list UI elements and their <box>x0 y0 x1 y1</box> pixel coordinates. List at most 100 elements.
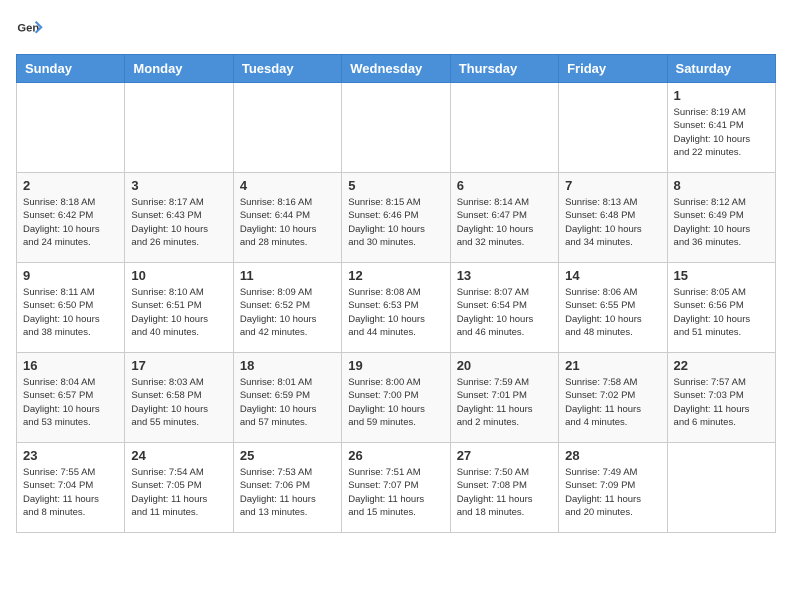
day-info: Sunrise: 7:55 AM Sunset: 7:04 PM Dayligh… <box>23 466 118 519</box>
calendar-cell: 20 Sunrise: 7:59 AM Sunset: 7:01 PM Dayli… <box>450 353 558 443</box>
day-number: 9 <box>23 268 118 283</box>
day-info: Sunrise: 8:01 AM Sunset: 6:59 PM Dayligh… <box>240 376 335 429</box>
day-number: 6 <box>457 178 552 193</box>
day-info: Sunrise: 8:05 AM Sunset: 6:56 PM Dayligh… <box>674 286 769 339</box>
calendar-cell: 10 Sunrise: 8:10 AM Sunset: 6:51 PM Dayli… <box>125 263 233 353</box>
calendar-cell <box>342 83 450 173</box>
day-number: 10 <box>131 268 226 283</box>
day-info: Sunrise: 7:59 AM Sunset: 7:01 PM Dayligh… <box>457 376 552 429</box>
day-number: 13 <box>457 268 552 283</box>
calendar-cell: 13Sunrise: 8:07 AM Sunset: 6:54 PM Dayli… <box>450 263 558 353</box>
calendar-cell <box>233 83 341 173</box>
day-info: Sunrise: 7:50 AM Sunset: 7:08 PM Dayligh… <box>457 466 552 519</box>
calendar-header-row: SundayMondayTuesdayWednesdayThursdayFrid… <box>17 55 776 83</box>
day-number: 23 <box>23 448 118 463</box>
calendar-cell: 19 Sunrise: 8:00 AM Sunset: 7:00 PM Dayli… <box>342 353 450 443</box>
day-number: 4 <box>240 178 335 193</box>
day-number: 21 <box>565 358 660 373</box>
day-info: Sunrise: 8:12 AM Sunset: 6:49 PM Dayligh… <box>674 196 769 249</box>
day-info: Sunrise: 8:03 AM Sunset: 6:58 PM Dayligh… <box>131 376 226 429</box>
day-info: Sunrise: 8:18 AM Sunset: 6:42 PM Dayligh… <box>23 196 118 249</box>
day-number: 27 <box>457 448 552 463</box>
day-header-monday: Monday <box>125 55 233 83</box>
calendar-cell <box>667 443 775 533</box>
week-row-2: 2 Sunrise: 8:18 AM Sunset: 6:42 PM Daylig… <box>17 173 776 263</box>
day-number: 12 <box>348 268 443 283</box>
calendar-cell: 27 Sunrise: 7:50 AM Sunset: 7:08 PM Dayli… <box>450 443 558 533</box>
day-number: 25 <box>240 448 335 463</box>
calendar-cell: 24 Sunrise: 7:54 AM Sunset: 7:05 PM Dayli… <box>125 443 233 533</box>
day-info: Sunrise: 8:14 AM Sunset: 6:47 PM Dayligh… <box>457 196 552 249</box>
week-row-5: 23 Sunrise: 7:55 AM Sunset: 7:04 PM Dayli… <box>17 443 776 533</box>
day-info: Sunrise: 8:11 AM Sunset: 6:50 PM Dayligh… <box>23 286 118 339</box>
header: Gen <box>16 16 776 44</box>
day-info: Sunrise: 8:09 AM Sunset: 6:52 PM Dayligh… <box>240 286 335 339</box>
day-info: Sunrise: 7:53 AM Sunset: 7:06 PM Dayligh… <box>240 466 335 519</box>
day-info: Sunrise: 8:17 AM Sunset: 6:43 PM Dayligh… <box>131 196 226 249</box>
day-number: 2 <box>23 178 118 193</box>
calendar-cell <box>559 83 667 173</box>
day-info: Sunrise: 8:16 AM Sunset: 6:44 PM Dayligh… <box>240 196 335 249</box>
day-number: 20 <box>457 358 552 373</box>
day-info: Sunrise: 7:54 AM Sunset: 7:05 PM Dayligh… <box>131 466 226 519</box>
calendar: SundayMondayTuesdayWednesdayThursdayFrid… <box>16 54 776 533</box>
day-info: Sunrise: 7:58 AM Sunset: 7:02 PM Dayligh… <box>565 376 660 429</box>
calendar-cell: 28Sunrise: 7:49 AM Sunset: 7:09 PM Dayli… <box>559 443 667 533</box>
calendar-cell: 8 Sunrise: 8:12 AM Sunset: 6:49 PM Daylig… <box>667 173 775 263</box>
calendar-cell: 2 Sunrise: 8:18 AM Sunset: 6:42 PM Daylig… <box>17 173 125 263</box>
calendar-cell <box>450 83 558 173</box>
calendar-cell <box>125 83 233 173</box>
calendar-cell: 25 Sunrise: 7:53 AM Sunset: 7:06 PM Dayli… <box>233 443 341 533</box>
day-info: Sunrise: 8:00 AM Sunset: 7:00 PM Dayligh… <box>348 376 443 429</box>
day-number: 3 <box>131 178 226 193</box>
day-number: 1 <box>674 88 769 103</box>
logo-icon: Gen <box>16 16 44 44</box>
day-header-tuesday: Tuesday <box>233 55 341 83</box>
calendar-cell: 26Sunrise: 7:51 AM Sunset: 7:07 PM Dayli… <box>342 443 450 533</box>
day-info: Sunrise: 8:15 AM Sunset: 6:46 PM Dayligh… <box>348 196 443 249</box>
day-header-friday: Friday <box>559 55 667 83</box>
calendar-cell: 17Sunrise: 8:03 AM Sunset: 6:58 PM Dayli… <box>125 353 233 443</box>
calendar-cell: 11 Sunrise: 8:09 AM Sunset: 6:52 PM Dayli… <box>233 263 341 353</box>
day-header-sunday: Sunday <box>17 55 125 83</box>
calendar-cell: 14 Sunrise: 8:06 AM Sunset: 6:55 PM Dayli… <box>559 263 667 353</box>
day-number: 16 <box>23 358 118 373</box>
day-info: Sunrise: 8:19 AM Sunset: 6:41 PM Dayligh… <box>674 106 769 159</box>
calendar-cell <box>17 83 125 173</box>
day-info: Sunrise: 7:57 AM Sunset: 7:03 PM Dayligh… <box>674 376 769 429</box>
day-header-saturday: Saturday <box>667 55 775 83</box>
calendar-cell: 9 Sunrise: 8:11 AM Sunset: 6:50 PM Daylig… <box>17 263 125 353</box>
day-number: 8 <box>674 178 769 193</box>
day-number: 19 <box>348 358 443 373</box>
calendar-cell: 1 Sunrise: 8:19 AM Sunset: 6:41 PM Daylig… <box>667 83 775 173</box>
day-info: Sunrise: 8:04 AM Sunset: 6:57 PM Dayligh… <box>23 376 118 429</box>
day-header-thursday: Thursday <box>450 55 558 83</box>
day-info: Sunrise: 8:13 AM Sunset: 6:48 PM Dayligh… <box>565 196 660 249</box>
day-number: 5 <box>348 178 443 193</box>
day-info: Sunrise: 8:06 AM Sunset: 6:55 PM Dayligh… <box>565 286 660 339</box>
day-number: 18 <box>240 358 335 373</box>
calendar-cell: 7Sunrise: 8:13 AM Sunset: 6:48 PM Daylig… <box>559 173 667 263</box>
day-number: 22 <box>674 358 769 373</box>
logo: Gen <box>16 16 48 44</box>
calendar-cell: 15 Sunrise: 8:05 AM Sunset: 6:56 PM Dayli… <box>667 263 775 353</box>
day-number: 14 <box>565 268 660 283</box>
day-number: 15 <box>674 268 769 283</box>
day-number: 24 <box>131 448 226 463</box>
calendar-cell: 18 Sunrise: 8:01 AM Sunset: 6:59 PM Dayli… <box>233 353 341 443</box>
calendar-cell: 12 Sunrise: 8:08 AM Sunset: 6:53 PM Dayli… <box>342 263 450 353</box>
week-row-3: 9 Sunrise: 8:11 AM Sunset: 6:50 PM Daylig… <box>17 263 776 353</box>
day-number: 26 <box>348 448 443 463</box>
calendar-cell: 21 Sunrise: 7:58 AM Sunset: 7:02 PM Dayli… <box>559 353 667 443</box>
calendar-cell: 23 Sunrise: 7:55 AM Sunset: 7:04 PM Dayli… <box>17 443 125 533</box>
day-number: 28 <box>565 448 660 463</box>
day-header-wednesday: Wednesday <box>342 55 450 83</box>
day-info: Sunrise: 8:08 AM Sunset: 6:53 PM Dayligh… <box>348 286 443 339</box>
day-number: 11 <box>240 268 335 283</box>
calendar-cell: 16 Sunrise: 8:04 AM Sunset: 6:57 PM Dayli… <box>17 353 125 443</box>
calendar-cell: 5 Sunrise: 8:15 AM Sunset: 6:46 PM Daylig… <box>342 173 450 263</box>
calendar-cell: 22 Sunrise: 7:57 AM Sunset: 7:03 PM Dayli… <box>667 353 775 443</box>
calendar-cell: 4 Sunrise: 8:16 AM Sunset: 6:44 PM Daylig… <box>233 173 341 263</box>
week-row-4: 16 Sunrise: 8:04 AM Sunset: 6:57 PM Dayli… <box>17 353 776 443</box>
day-info: Sunrise: 8:10 AM Sunset: 6:51 PM Dayligh… <box>131 286 226 339</box>
